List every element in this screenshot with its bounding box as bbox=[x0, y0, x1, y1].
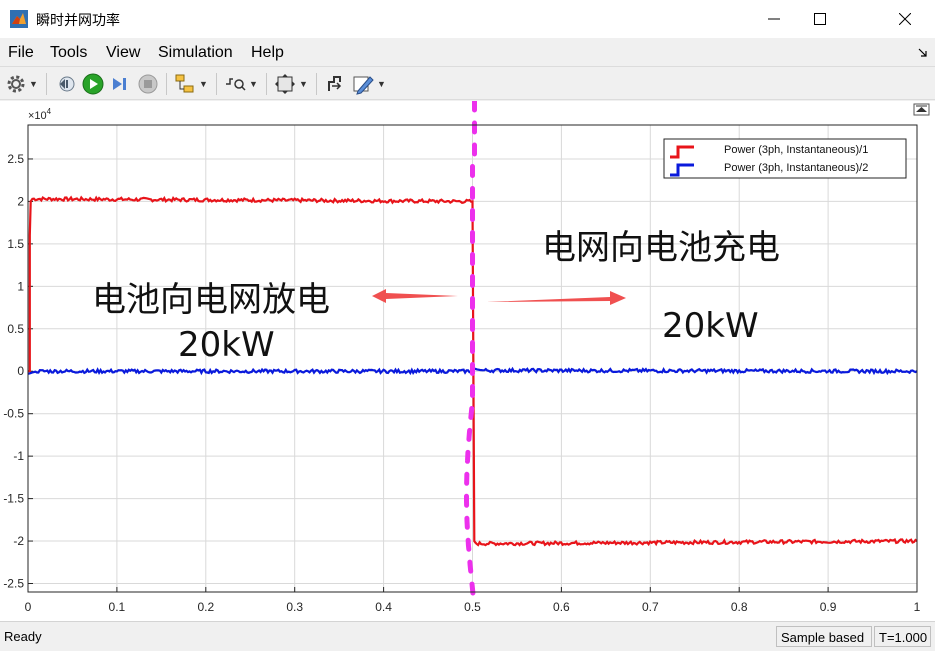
step-forward-button[interactable] bbox=[110, 72, 130, 96]
scope-plot-area[interactable]: 0 0.1 0.2 0.3 0.4 0.5 0.6 0.7 0.8 0.9 1 -2.5 -2 -1.5 -… bbox=[0, 98, 935, 621]
matlab-icon bbox=[10, 10, 28, 28]
x-tick-label: 1 bbox=[914, 600, 921, 614]
menu-file[interactable]: File bbox=[8, 44, 34, 62]
x-tick-label: 0.6 bbox=[553, 600, 570, 614]
x-tick-label: 0 bbox=[25, 600, 32, 614]
y-tick-label: 0 bbox=[17, 364, 24, 378]
chevron-down-icon: ▼ bbox=[377, 79, 386, 89]
signal-selector-icon bbox=[175, 74, 194, 93]
annotation-right-arrow bbox=[486, 291, 626, 305]
menu-view[interactable]: View bbox=[106, 44, 140, 62]
annotation-left-arrow bbox=[372, 289, 458, 303]
chevron-down-icon: ▼ bbox=[29, 79, 38, 89]
settings-button[interactable]: ▼ bbox=[6, 72, 38, 96]
simulation-time: T=1.000 bbox=[874, 626, 931, 647]
step-back-button[interactable] bbox=[56, 72, 76, 96]
stop-button[interactable] bbox=[138, 72, 158, 96]
gear-icon bbox=[7, 75, 25, 93]
annotation-right-text: 电网向电池充电 bbox=[542, 228, 780, 268]
menu-bar: File Tools View Simulation Help bbox=[0, 38, 935, 66]
legend-entry-1: Power (3ph, Instantaneous)/1 bbox=[724, 144, 868, 156]
menu-tools[interactable]: Tools bbox=[50, 44, 87, 62]
step-back-icon bbox=[59, 76, 75, 92]
maximize-button[interactable] bbox=[797, 0, 843, 38]
chevron-down-icon: ▼ bbox=[249, 79, 258, 89]
chevron-down-icon: ▼ bbox=[299, 79, 308, 89]
cursor-measure-button[interactable] bbox=[324, 72, 346, 96]
edit-icon bbox=[353, 76, 374, 95]
x-tick-label: 0.2 bbox=[197, 600, 214, 614]
y-tick-label: 2 bbox=[17, 194, 24, 208]
zoom-fit-button[interactable]: ▼ bbox=[274, 72, 308, 96]
y-tick-label: 1 bbox=[17, 279, 24, 293]
close-button[interactable] bbox=[882, 0, 928, 38]
x-tick-label: 0.5 bbox=[464, 600, 481, 614]
window-title: 瞬时并网功率 bbox=[36, 13, 120, 29]
chevron-down-icon: ▼ bbox=[199, 79, 208, 89]
cursor-icon bbox=[328, 76, 342, 91]
stop-icon bbox=[138, 74, 158, 94]
step-forward-icon bbox=[113, 78, 126, 90]
menu-simulation[interactable]: Simulation bbox=[158, 44, 233, 62]
status-bar: Ready Sample based T=1.000 bbox=[0, 621, 935, 651]
legend-entry-2: Power (3ph, Instantaneous)/2 bbox=[724, 162, 868, 174]
annotation-right-value: 20kW bbox=[662, 306, 759, 346]
x-tick-label: 0.9 bbox=[820, 600, 837, 614]
x-tick-label: 0.4 bbox=[375, 600, 392, 614]
y-tick-label: -2 bbox=[13, 534, 24, 548]
trigger-icon bbox=[226, 78, 246, 91]
trigger-button[interactable]: ▼ bbox=[224, 72, 258, 96]
x-tick-label: 0.7 bbox=[642, 600, 659, 614]
status-text: Ready bbox=[4, 629, 42, 644]
sample-mode-indicator: Sample based bbox=[776, 626, 872, 647]
menu-help[interactable]: Help bbox=[251, 44, 284, 62]
dock-arrow-icon[interactable] bbox=[918, 48, 928, 58]
close-icon bbox=[899, 13, 911, 25]
plot-toolbar-toggle[interactable] bbox=[913, 103, 930, 116]
run-icon bbox=[82, 73, 104, 95]
x-tick-label: 0.3 bbox=[286, 600, 303, 614]
maximize-icon bbox=[814, 13, 826, 25]
annotation-left-value: 20kW bbox=[178, 325, 275, 365]
x-tick-label: 0.1 bbox=[109, 600, 126, 614]
style-edit-button[interactable]: ▼ bbox=[352, 72, 386, 96]
y-tick-label: -2.5 bbox=[3, 577, 24, 591]
y-exponent-label: ×104 bbox=[28, 107, 52, 122]
power-scope-chart[interactable]: 0 0.1 0.2 0.3 0.4 0.5 0.6 0.7 0.8 0.9 1 -2.5 -2 -1.5 -… bbox=[0, 98, 935, 621]
y-tick-label: 2.5 bbox=[7, 152, 24, 166]
minimize-icon bbox=[768, 18, 780, 20]
y-tick-label: -1 bbox=[13, 449, 24, 463]
y-tick-label: -0.5 bbox=[3, 407, 24, 421]
zoom-fit-icon bbox=[275, 74, 295, 94]
y-tick-label: -1.5 bbox=[3, 492, 24, 506]
title-bar: 瞬时并网功率 bbox=[0, 0, 935, 38]
y-tick-label: 0.5 bbox=[7, 322, 24, 336]
toolbar: ▼ ▼ ▼ ▼ ▼ bbox=[0, 66, 935, 100]
y-tick-label: 1.5 bbox=[7, 237, 24, 251]
run-button[interactable] bbox=[82, 72, 104, 96]
signal-selector-button[interactable]: ▼ bbox=[174, 72, 208, 96]
annotation-left-text: 电池向电网放电 bbox=[92, 280, 330, 320]
legend[interactable]: Power (3ph, Instantaneous)/1 Power (3ph,… bbox=[663, 138, 907, 179]
x-tick-label: 0.8 bbox=[731, 600, 748, 614]
minimize-button[interactable] bbox=[751, 0, 797, 38]
